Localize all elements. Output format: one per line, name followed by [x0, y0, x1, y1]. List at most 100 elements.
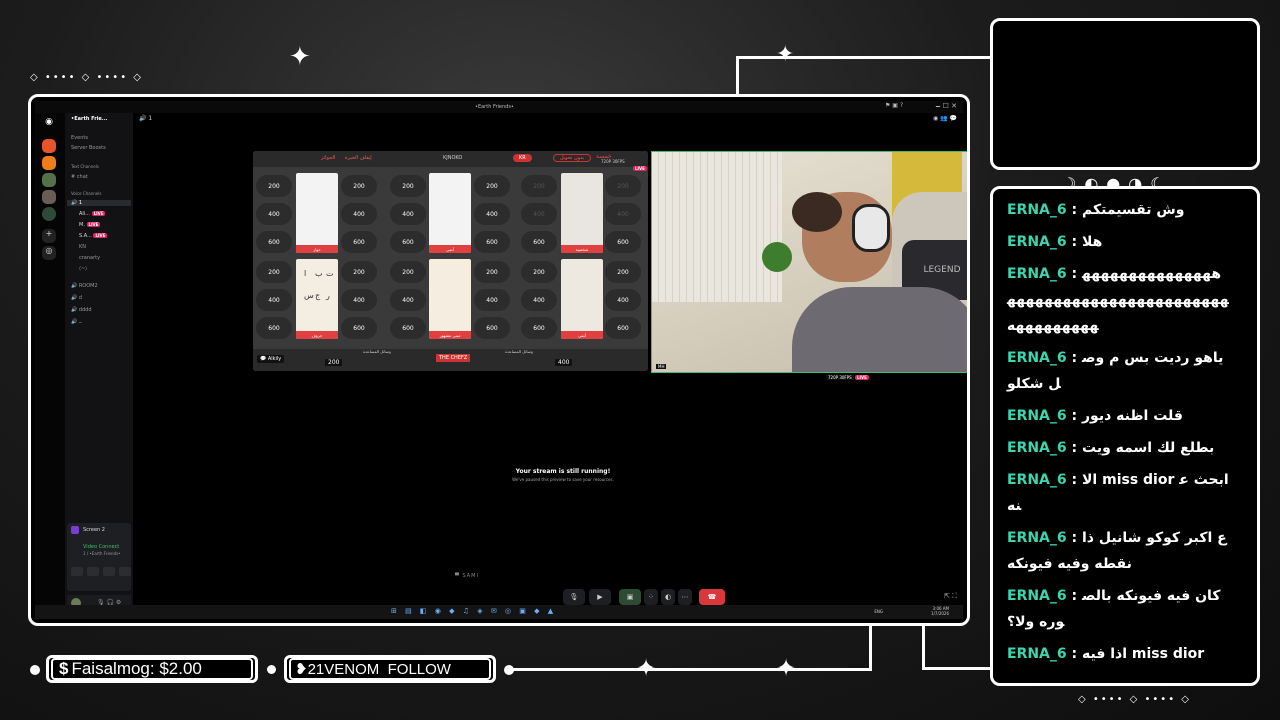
camera-button[interactable]: ▶: [589, 589, 611, 605]
taskbar-apps[interactable]: ⊞ ▤ ◧ ◉ ◆ ♫ ◈ ✉ ◎ ▣ ◆ ▲: [391, 607, 556, 615]
value-cell[interactable]: 200: [474, 261, 510, 283]
value-cell[interactable]: 600: [521, 317, 557, 339]
voice-user[interactable]: M. LIVE: [79, 222, 101, 228]
channel-chat[interactable]: # chat: [71, 174, 88, 180]
window-controls[interactable]: 🗕 ☐ ✕: [935, 102, 957, 113]
voice-channels-header[interactable]: Voice Channels: [71, 191, 101, 196]
header-icons[interactable]: ◉ 👥 💬: [933, 115, 957, 122]
inbox-icon[interactable]: ⚑ ▣ ?: [885, 102, 903, 109]
value-cell[interactable]: 600: [474, 317, 510, 339]
chat-username[interactable]: ERNA_6: [1007, 350, 1067, 366]
chat-username[interactable]: ERNA_6: [1007, 646, 1067, 662]
text-channels-header[interactable]: Text Channels: [71, 164, 99, 169]
value-cell[interactable]: 600: [256, 231, 292, 253]
voice-user[interactable]: KN: [79, 244, 86, 250]
server-icon[interactable]: [42, 173, 56, 187]
value-cell[interactable]: 600: [256, 317, 292, 339]
value-cell[interactable]: 400: [521, 289, 557, 311]
category-card[interactable]: مبنى مشهور: [429, 259, 471, 339]
category-card[interactable]: جهاز: [296, 173, 338, 253]
value-cell[interactable]: 200: [521, 175, 557, 197]
voice-channel-active[interactable]: 🔊 1: [67, 200, 131, 206]
end-call-button[interactable]: ☎: [699, 589, 725, 605]
server-boosts-item[interactable]: Server Boosts: [71, 145, 106, 151]
voice-channel[interactable]: 🔊 d: [71, 295, 82, 301]
value-cell[interactable]: 400: [605, 289, 641, 311]
value-cell[interactable]: 400: [474, 289, 510, 311]
category-card-label: مبنى مشهور: [429, 331, 471, 339]
category-card[interactable]: شخصية: [561, 173, 603, 253]
value-cell[interactable]: 200: [341, 175, 377, 197]
voice-user[interactable]: cranarty: [79, 255, 100, 261]
value-cell[interactable]: 200: [341, 261, 377, 283]
value-cell[interactable]: 200: [256, 261, 292, 283]
activities-button[interactable]: ⁘: [644, 589, 658, 605]
value-cell[interactable]: 400: [341, 289, 377, 311]
value-cell[interactable]: 200: [474, 175, 510, 197]
chat-username[interactable]: ERNA_6: [1007, 202, 1067, 218]
more-button[interactable]: ⋯: [678, 589, 692, 605]
discord-home-icon[interactable]: ◉: [42, 117, 56, 131]
value-cell[interactable]: 200: [390, 261, 426, 283]
value-cell[interactable]: 400: [390, 203, 426, 225]
value-cell[interactable]: 400: [256, 289, 292, 311]
voice-channel[interactable]: 🔊 ROOM2: [71, 283, 98, 289]
value-cell[interactable]: 200: [521, 261, 557, 283]
webcam-stream[interactable]: LEGEND MH: [651, 151, 967, 373]
chat-username[interactable]: ERNA_6: [1007, 234, 1067, 250]
value-cell[interactable]: 200: [256, 175, 292, 197]
value-cell[interactable]: 600: [390, 317, 426, 339]
mic-button[interactable]: 🎙: [563, 589, 585, 605]
activity-toggle[interactable]: [103, 567, 115, 576]
board-label: KR: [513, 154, 532, 162]
server-icon-active[interactable]: [42, 207, 56, 221]
category-card[interactable]: حروف ا ب ت س ج ر: [296, 259, 338, 339]
add-server-icon[interactable]: +: [42, 229, 56, 243]
server-icon[interactable]: [42, 190, 56, 204]
value-cell[interactable]: 400: [605, 203, 641, 225]
chat-username[interactable]: ERNA_6: [1007, 440, 1067, 456]
taskbar-clock[interactable]: 3:06 AM 1/7/2026: [931, 606, 949, 616]
value-cell[interactable]: 600: [341, 231, 377, 253]
value-cell[interactable]: 600: [341, 317, 377, 339]
chat-username[interactable]: ERNA_6: [1007, 472, 1067, 488]
value-cell[interactable]: 600: [605, 317, 641, 339]
events-item[interactable]: Events: [71, 135, 88, 141]
value-cell[interactable]: 400: [390, 289, 426, 311]
voice-user[interactable]: ⟨~⟩: [79, 266, 87, 272]
value-cell[interactable]: 200: [390, 175, 426, 197]
value-cell[interactable]: 200: [605, 175, 641, 197]
voice-channel[interactable]: 🔊 ــ: [71, 319, 82, 325]
screen-toggle[interactable]: [87, 567, 99, 576]
category-card[interactable]: أنمي: [561, 259, 603, 339]
server-icon[interactable]: [42, 156, 56, 170]
fullscreen-icon[interactable]: ⇱ ⛶: [944, 592, 957, 601]
game-board-stream[interactable]: الجوائز إيقاف الخبرة KJNOKO KR بدون تحوي…: [253, 151, 648, 371]
value-cell[interactable]: 200: [605, 261, 641, 283]
camera-toggle[interactable]: [71, 567, 83, 576]
value-cell[interactable]: 600: [521, 231, 557, 253]
soundboard-toggle[interactable]: [119, 567, 131, 576]
value-cell[interactable]: 600: [390, 231, 426, 253]
value-cell[interactable]: 400: [341, 203, 377, 225]
category-card[interactable]: أنمي: [429, 173, 471, 253]
share-screen-button[interactable]: ▣: [619, 589, 641, 605]
chat-username[interactable]: ERNA_6: [1007, 588, 1067, 604]
chat-message: ERNA_6 : بطلع لك اسمه ويت: [1007, 435, 1229, 461]
chat-username[interactable]: ERNA_6: [1007, 530, 1067, 546]
voice-user[interactable]: S.A... LIVE: [79, 233, 108, 239]
value-cell[interactable]: 400: [474, 203, 510, 225]
value-cell[interactable]: 400: [521, 203, 557, 225]
discover-icon[interactable]: ◎: [42, 246, 56, 260]
taskbar-lang[interactable]: ENG: [874, 609, 883, 614]
voice-channel[interactable]: 🔊 dddd: [71, 307, 92, 313]
chat-username[interactable]: ERNA_6: [1007, 408, 1067, 424]
soundboard-button[interactable]: ◐: [661, 589, 675, 605]
server-icon[interactable]: [42, 139, 56, 153]
value-cell[interactable]: 600: [605, 231, 641, 253]
chat-username[interactable]: ERNA_6: [1007, 266, 1067, 282]
value-cell[interactable]: 400: [256, 203, 292, 225]
voice-user[interactable]: Ali... LIVE: [79, 211, 106, 217]
server-name[interactable]: •Earth Frie...: [71, 116, 108, 122]
value-cell[interactable]: 600: [474, 231, 510, 253]
